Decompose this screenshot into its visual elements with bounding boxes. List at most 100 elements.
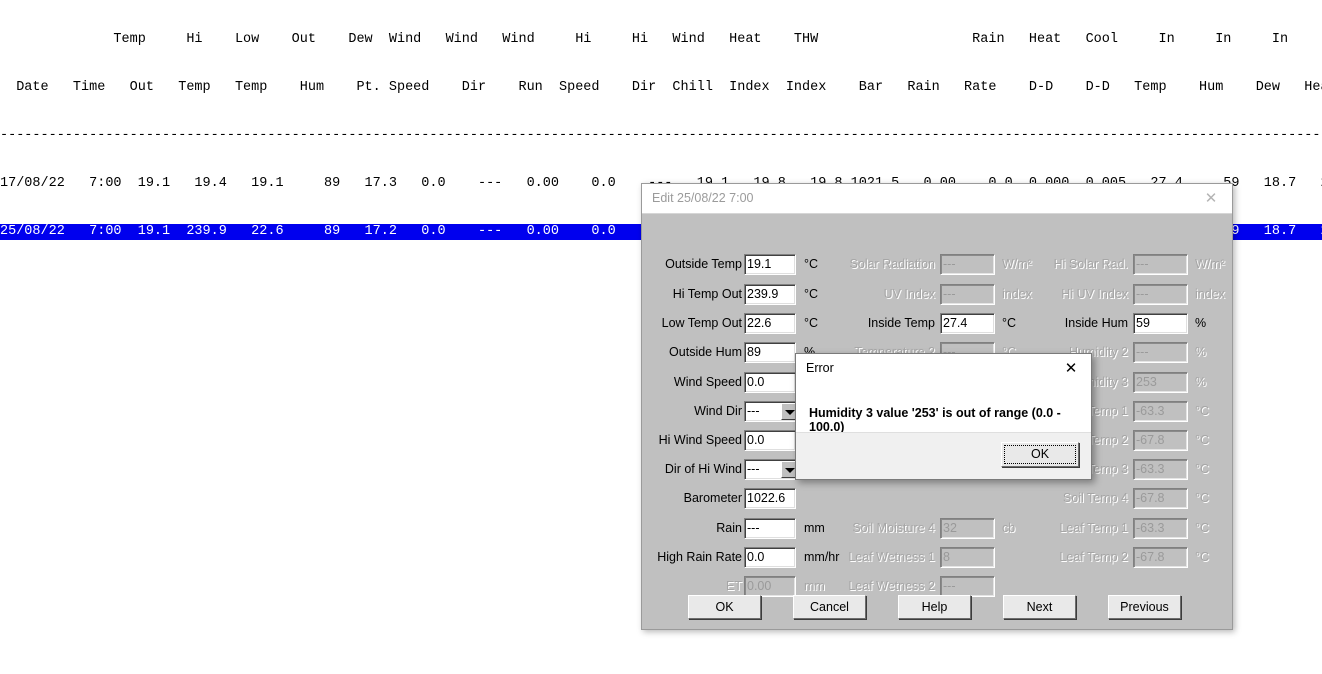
unit-humidity-2: % — [1195, 345, 1207, 359]
field-low-temp-out: Low Temp Out — [652, 313, 742, 335]
field-hi-uv-index: Hi UV Index — [1027, 284, 1128, 306]
unit-soil-temp-1: °C — [1195, 404, 1210, 418]
label-et: ET — [726, 579, 742, 593]
input-uv-index: --- — [940, 284, 995, 305]
label-wind-dir: Wind Dir — [694, 404, 742, 418]
error-message: Humidity 3 value '253' is out of range (… — [809, 406, 1061, 434]
unit-soil-temp-4: °C — [1195, 491, 1210, 505]
input-inside-hum[interactable]: 59 — [1133, 313, 1188, 334]
edit-dialog-title: Edit 25/08/22 7:00 — [652, 191, 754, 205]
label-outside-temp: Outside Temp — [665, 257, 742, 271]
input-wind-speed[interactable]: 0.0 — [744, 372, 796, 393]
next-button[interactable]: Next — [1003, 595, 1076, 619]
label-hi-temp-out: Hi Temp Out — [672, 287, 742, 301]
previous-button[interactable]: Previous — [1108, 595, 1181, 619]
select-dir-of-hi-wind-value: --- — [747, 462, 760, 476]
input-soil-temp-3: -63.3 — [1133, 459, 1188, 480]
unit-leaf-temp-2: °C — [1195, 550, 1210, 564]
table-header-bottom-row: Date Time Out Temp Temp Hum Pt. Speed Di… — [0, 80, 1322, 95]
input-hi-temp-out[interactable]: 239.9 — [744, 284, 796, 305]
label-leaf-wetness-2: Leaf Wetness 2 — [848, 579, 935, 593]
input-leaf-wetness-1: 8 — [940, 547, 995, 568]
input-soil-moisture-4: 32 — [940, 518, 995, 539]
label-soil-temp-4: Soil Temp 4 — [1062, 491, 1128, 505]
label-uv-index: UV Index — [883, 287, 935, 301]
unit-hi-temp-out: °C — [804, 287, 819, 301]
field-solar-radiation: Solar Radiation — [832, 254, 935, 276]
input-humidity-3: 253 — [1133, 372, 1188, 393]
field-dir-of-hi-wind: Dir of Hi Wind — [652, 459, 742, 481]
error-ok-label: OK — [1030, 447, 1050, 461]
input-low-temp-out[interactable]: 22.6 — [744, 313, 796, 334]
label-low-temp-out: Low Temp Out — [661, 316, 742, 330]
error-dialog-title: Error — [806, 361, 834, 375]
label-hi-solar-rad: Hi Solar Rad. — [1053, 257, 1128, 271]
unit-soil-temp-3: °C — [1195, 462, 1210, 476]
field-uv-index: UV Index — [832, 284, 935, 306]
field-barometer: Barometer — [652, 488, 742, 510]
unit-low-temp-out: °C — [804, 316, 819, 330]
label-hi-uv-index: Hi UV Index — [1061, 287, 1128, 301]
close-icon[interactable]: ✕ — [1051, 354, 1091, 383]
edit-dialog-titlebar: Edit 25/08/22 7:00 ✕ — [642, 184, 1232, 214]
field-soil-moisture-4: Soil Moisture 4 — [832, 518, 935, 540]
label-dir-of-hi-wind: Dir of Hi Wind — [664, 462, 742, 476]
input-leaf-wetness-2: --- — [940, 576, 995, 597]
label-hi-wind-speed: Hi Wind Speed — [658, 433, 742, 447]
input-soil-temp-2: -67.8 — [1133, 430, 1188, 451]
input-rain[interactable]: --- — [744, 518, 796, 539]
help-button[interactable]: Help — [898, 595, 971, 619]
input-hi-uv-index: --- — [1133, 284, 1188, 305]
close-icon[interactable]: ✕ — [1190, 184, 1232, 213]
field-inside-hum: Inside Hum — [1027, 313, 1128, 335]
unit-inside-hum: % — [1195, 316, 1207, 330]
input-outside-temp[interactable]: 19.1 — [744, 254, 796, 275]
field-leaf-temp-2: Leaf Temp 2 — [1027, 547, 1128, 569]
label-leaf-wetness-1: Leaf Wetness 1 — [848, 550, 935, 564]
field-rain: Rain — [652, 518, 742, 540]
cancel-button[interactable]: Cancel — [793, 595, 866, 619]
label-barometer: Barometer — [683, 491, 742, 505]
label-leaf-temp-1: Leaf Temp 1 — [1059, 521, 1128, 535]
input-high-rain-rate[interactable]: 0.0 — [744, 547, 796, 568]
unit-et: mm — [804, 579, 825, 593]
input-humidity-2: --- — [1133, 342, 1188, 363]
input-et: 0.00 — [744, 576, 796, 597]
field-hi-solar-rad: Hi Solar Rad. — [1027, 254, 1128, 276]
field-inside-temp: Inside Temp — [832, 313, 935, 335]
field-wind-dir: Wind Dir — [652, 401, 742, 423]
input-hi-wind-speed[interactable]: 0.0 — [744, 430, 796, 451]
label-outside-hum: Outside Hum — [669, 345, 742, 359]
error-dialog: Error ✕ Humidity 3 value '253' is out of… — [795, 353, 1092, 480]
field-high-rain-rate: High Rain Rate — [652, 547, 742, 569]
field-leaf-wetness-1: Leaf Wetness 1 — [832, 547, 935, 569]
select-wind-dir[interactable]: --- — [744, 401, 800, 422]
label-inside-temp: Inside Temp — [867, 316, 935, 330]
table-header-rule: ----------------------------------------… — [0, 128, 1322, 143]
field-soil-temp-4: Soil Temp 4 — [1027, 488, 1128, 510]
label-rain: Rain — [716, 521, 742, 535]
input-solar-radiation: --- — [940, 254, 995, 275]
error-dialog-footer: OK — [796, 432, 1091, 479]
table-header-top-row: Temp Hi Low Out Dew Wind Wind Wind Hi Hi… — [0, 32, 1322, 47]
input-inside-temp[interactable]: 27.4 — [940, 313, 995, 334]
input-soil-temp-4: -67.8 — [1133, 488, 1188, 509]
field-wind-speed: Wind Speed — [652, 372, 742, 394]
label-leaf-temp-2: Leaf Temp 2 — [1059, 550, 1128, 564]
field-outside-temp: Outside Temp — [652, 254, 742, 276]
unit-outside-temp: °C — [804, 257, 819, 271]
input-leaf-temp-1: -63.3 — [1133, 518, 1188, 539]
ok-button[interactable]: OK — [688, 595, 761, 619]
unit-inside-temp: °C — [1002, 316, 1017, 330]
input-outside-hum[interactable]: 89 — [744, 342, 796, 363]
unit-hi-solar-rad: W/m² — [1195, 257, 1225, 271]
input-barometer[interactable]: 1022.6 — [744, 488, 796, 509]
select-wind-dir-value: --- — [747, 404, 760, 418]
error-ok-button[interactable]: OK — [1001, 442, 1079, 467]
label-solar-radiation: Solar Radiation — [849, 257, 935, 271]
label-soil-moisture-4: Soil Moisture 4 — [852, 521, 935, 535]
select-dir-of-hi-wind[interactable]: --- — [744, 459, 800, 480]
field-outside-hum: Outside Hum — [652, 342, 742, 364]
unit-leaf-temp-1: °C — [1195, 521, 1210, 535]
label-inside-hum: Inside Hum — [1064, 316, 1128, 330]
